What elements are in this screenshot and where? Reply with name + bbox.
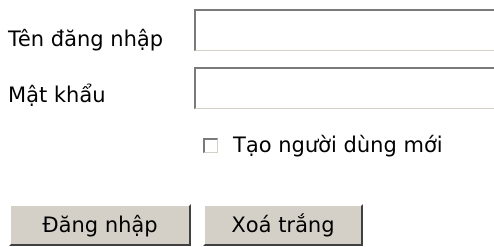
password-label: Mật khẩu (8, 83, 106, 107)
new-user-option: Tạo người dùng mới (203, 132, 443, 158)
username-field[interactable] (194, 9, 494, 51)
password-field[interactable] (194, 67, 494, 109)
new-user-checkbox-label[interactable]: Tạo người dùng mới (233, 133, 443, 157)
new-user-checkbox[interactable] (203, 137, 218, 153)
login-button[interactable]: Đăng nhập (9, 204, 191, 246)
clear-button[interactable]: Xoá trắng (203, 204, 363, 246)
username-label: Tên đăng nhập (8, 27, 164, 51)
